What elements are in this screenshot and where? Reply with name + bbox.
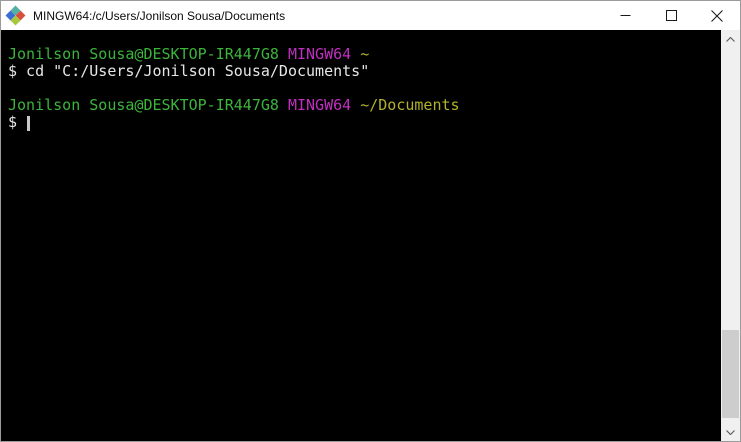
git-bash-window: MINGW64:/c/Users/Jonilson Sousa/Document… [0, 0, 741, 442]
terminal-line: $ cd "C:/Users/Jonilson Sousa/Documents" [8, 63, 721, 80]
minimize-button[interactable] [602, 1, 648, 30]
vertical-scrollbar[interactable] [721, 30, 740, 441]
close-button[interactable] [694, 1, 740, 30]
terminal-line: $ [8, 114, 721, 131]
terminal-text-segment: ~/Documents [360, 96, 460, 114]
title-bar[interactable]: MINGW64:/c/Users/Jonilson Sousa/Document… [1, 1, 740, 30]
terminal-line: Jonilson Sousa@DESKTOP-IR447G8 MINGW64 ~… [8, 97, 721, 114]
terminal-text-segment: Jonilson Sousa@DESKTOP-IR447G8 [8, 45, 279, 63]
window-controls [602, 1, 740, 30]
terminal-screen[interactable]: Jonilson Sousa@DESKTOP-IR447G8 MINGW64 ~… [1, 30, 721, 441]
terminal-line: Jonilson Sousa@DESKTOP-IR447G8 MINGW64 ~ [8, 46, 721, 63]
git-bash-app-icon [5, 5, 26, 25]
terminal-text-segment: ~ [360, 45, 370, 63]
chevron-up-icon [726, 37, 735, 42]
maximize-icon [665, 10, 677, 21]
window-body: Jonilson Sousa@DESKTOP-IR447G8 MINGW64 ~… [1, 30, 740, 441]
terminal-text-segment: $ cd "C:/Users/Jonilson Sousa/Documents" [8, 62, 370, 80]
minimize-icon [620, 15, 630, 16]
maximize-button[interactable] [648, 1, 694, 30]
terminal-text-segment: Jonilson Sousa@DESKTOP-IR447G8 [8, 96, 279, 114]
terminal-text-segment: $ [8, 113, 27, 131]
scrollbar-thumb[interactable] [722, 330, 739, 418]
scroll-down-button[interactable] [721, 423, 740, 441]
terminal-cursor [27, 116, 31, 131]
window-title: MINGW64:/c/Users/Jonilson Sousa/Document… [33, 8, 286, 23]
terminal-text-segment: MINGW64 [287, 45, 352, 63]
terminal-text-segment: MINGW64 [287, 96, 352, 114]
scroll-up-button[interactable] [721, 30, 740, 49]
chevron-down-icon [726, 430, 735, 435]
close-icon [711, 9, 723, 22]
